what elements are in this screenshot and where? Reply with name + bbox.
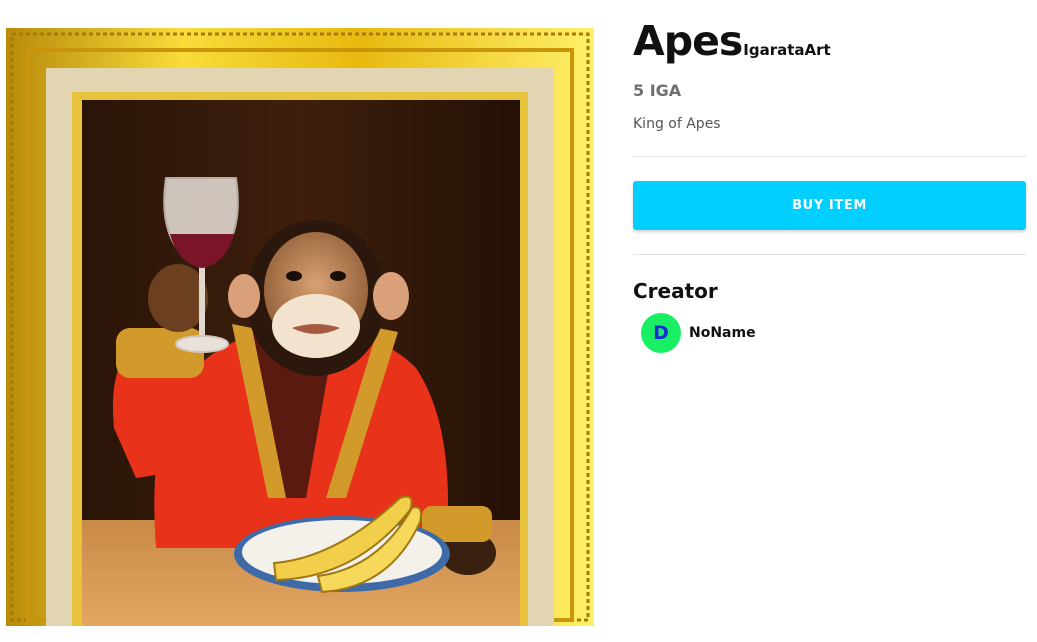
item-details: Apes IgarataArt 5 IGA King of Apes BUY I… — [633, 17, 1026, 354]
divider — [633, 156, 1026, 158]
divider — [633, 254, 1026, 256]
creator-name[interactable]: NoName — [689, 325, 756, 341]
creator-heading: Creator — [633, 279, 718, 304]
collection-name[interactable]: IgarataArt — [743, 41, 830, 59]
creator-profile-link[interactable]: D NoName — [641, 313, 1026, 354]
title-row: Apes IgarataArt — [633, 17, 1026, 65]
avatar[interactable]: D — [641, 313, 681, 354]
nft-artwork-image — [6, 28, 594, 626]
item-description: King of Apes — [633, 116, 721, 133]
item-title: Apes — [633, 17, 743, 65]
item-price: 5 IGA — [633, 81, 682, 101]
buy-item-button[interactable]: BUY ITEM — [633, 181, 1026, 231]
avatar-letter: D — [653, 322, 669, 345]
